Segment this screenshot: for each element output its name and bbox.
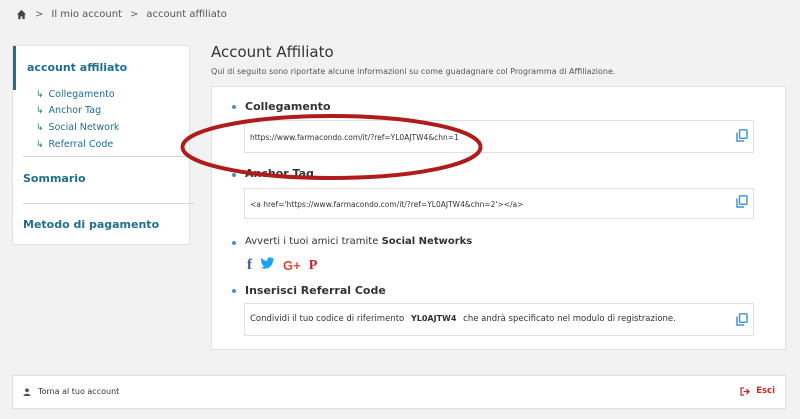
sidebar-item-label: account affiliato — [27, 61, 128, 74]
facebook-icon[interactable]: f — [247, 257, 252, 274]
chevron-right-icon: > — [129, 8, 139, 20]
sidebar: account affiliato ↳ Collegamento ↳ Anchor … — [12, 45, 194, 245]
sidebar-subitem-link[interactable]: ↳ Collegamento — [36, 89, 115, 100]
sidebar-subitem-social-network[interactable]: ↳ Social Network — [36, 122, 119, 133]
sidebar-divider — [23, 203, 194, 204]
link-value: https://www.farmacondo.com/it/?ref=YL0AJ… — [250, 133, 459, 142]
twitter-icon[interactable] — [260, 257, 275, 274]
social-section-text: Avverti i tuoi amici tramite Social Netw… — [245, 236, 473, 247]
sidebar-subitem-anchor-tag[interactable]: ↳ Anchor Tag — [36, 105, 101, 116]
sidebar-item-payment-method[interactable]: Metodo di pagamento — [23, 218, 159, 231]
logout-button[interactable]: Esci — [740, 386, 775, 396]
bullet-icon — [232, 173, 236, 177]
subitem-arrow-icon: ↳ — [36, 106, 44, 116]
link-field[interactable]: https://www.farmacondo.com/it/?ref=YL0AJ… — [244, 120, 754, 153]
sidebar-item-affiliate-account[interactable]: account affiliato — [13, 46, 191, 90]
anchor-value: <a href='https://www.farmacondo.com/it/?… — [250, 200, 524, 209]
google-plus-icon[interactable]: G+ — [283, 258, 301, 273]
pinterest-icon[interactable]: P — [309, 258, 318, 274]
breadcrumb-affiliate-account: account affiliato — [146, 8, 227, 20]
breadcrumb: > Il mio account > account affiliato — [16, 7, 227, 21]
breadcrumb-my-account[interactable]: Il mio account — [51, 9, 122, 20]
referral-field[interactable]: Condividi il tuo codice di riferimento Y… — [244, 303, 754, 336]
referral-code: YL0AJTW4 — [410, 314, 457, 323]
copy-icon[interactable] — [736, 129, 748, 142]
bullet-icon — [232, 289, 236, 293]
logout-icon — [740, 386, 751, 396]
sidebar-item-summary[interactable]: Sommario — [23, 172, 86, 185]
subitem-arrow-icon: ↳ — [36, 140, 44, 150]
page-subtitle: Qui di seguito sono riportate alcune inf… — [211, 67, 616, 76]
subitem-arrow-icon: ↳ — [36, 123, 44, 133]
social-share-bar: f G+ P — [247, 257, 325, 274]
copy-icon[interactable] — [736, 195, 748, 208]
link-section-title: Collegamento — [245, 100, 331, 113]
copy-icon[interactable] — [736, 313, 748, 326]
bullet-icon — [232, 105, 236, 109]
affiliate-panel: Collegamento https://www.farmacondo.com/… — [211, 86, 786, 350]
anchor-field[interactable]: <a href='https://www.farmacondo.com/it/?… — [244, 188, 754, 219]
referral-section-title: Inserisci Referral Code — [245, 284, 386, 297]
page-title: Account Affiliato — [211, 43, 334, 61]
subitem-arrow-icon: ↳ — [36, 90, 44, 100]
user-icon — [23, 387, 31, 396]
chevron-right-icon: > — [35, 8, 44, 20]
bullet-icon — [232, 241, 236, 245]
footer-bar: Torna al tuo account Esci — [12, 375, 786, 409]
anchor-section-title: Anchor Tag — [245, 167, 314, 180]
referral-text: Condividi il tuo codice di riferimento Y… — [250, 314, 676, 324]
home-icon[interactable] — [16, 9, 27, 20]
back-to-account-link[interactable]: Torna al tuo account — [23, 387, 119, 396]
sidebar-subitem-referral-code[interactable]: ↳ Referral Code — [36, 139, 113, 150]
sidebar-divider — [23, 156, 194, 157]
